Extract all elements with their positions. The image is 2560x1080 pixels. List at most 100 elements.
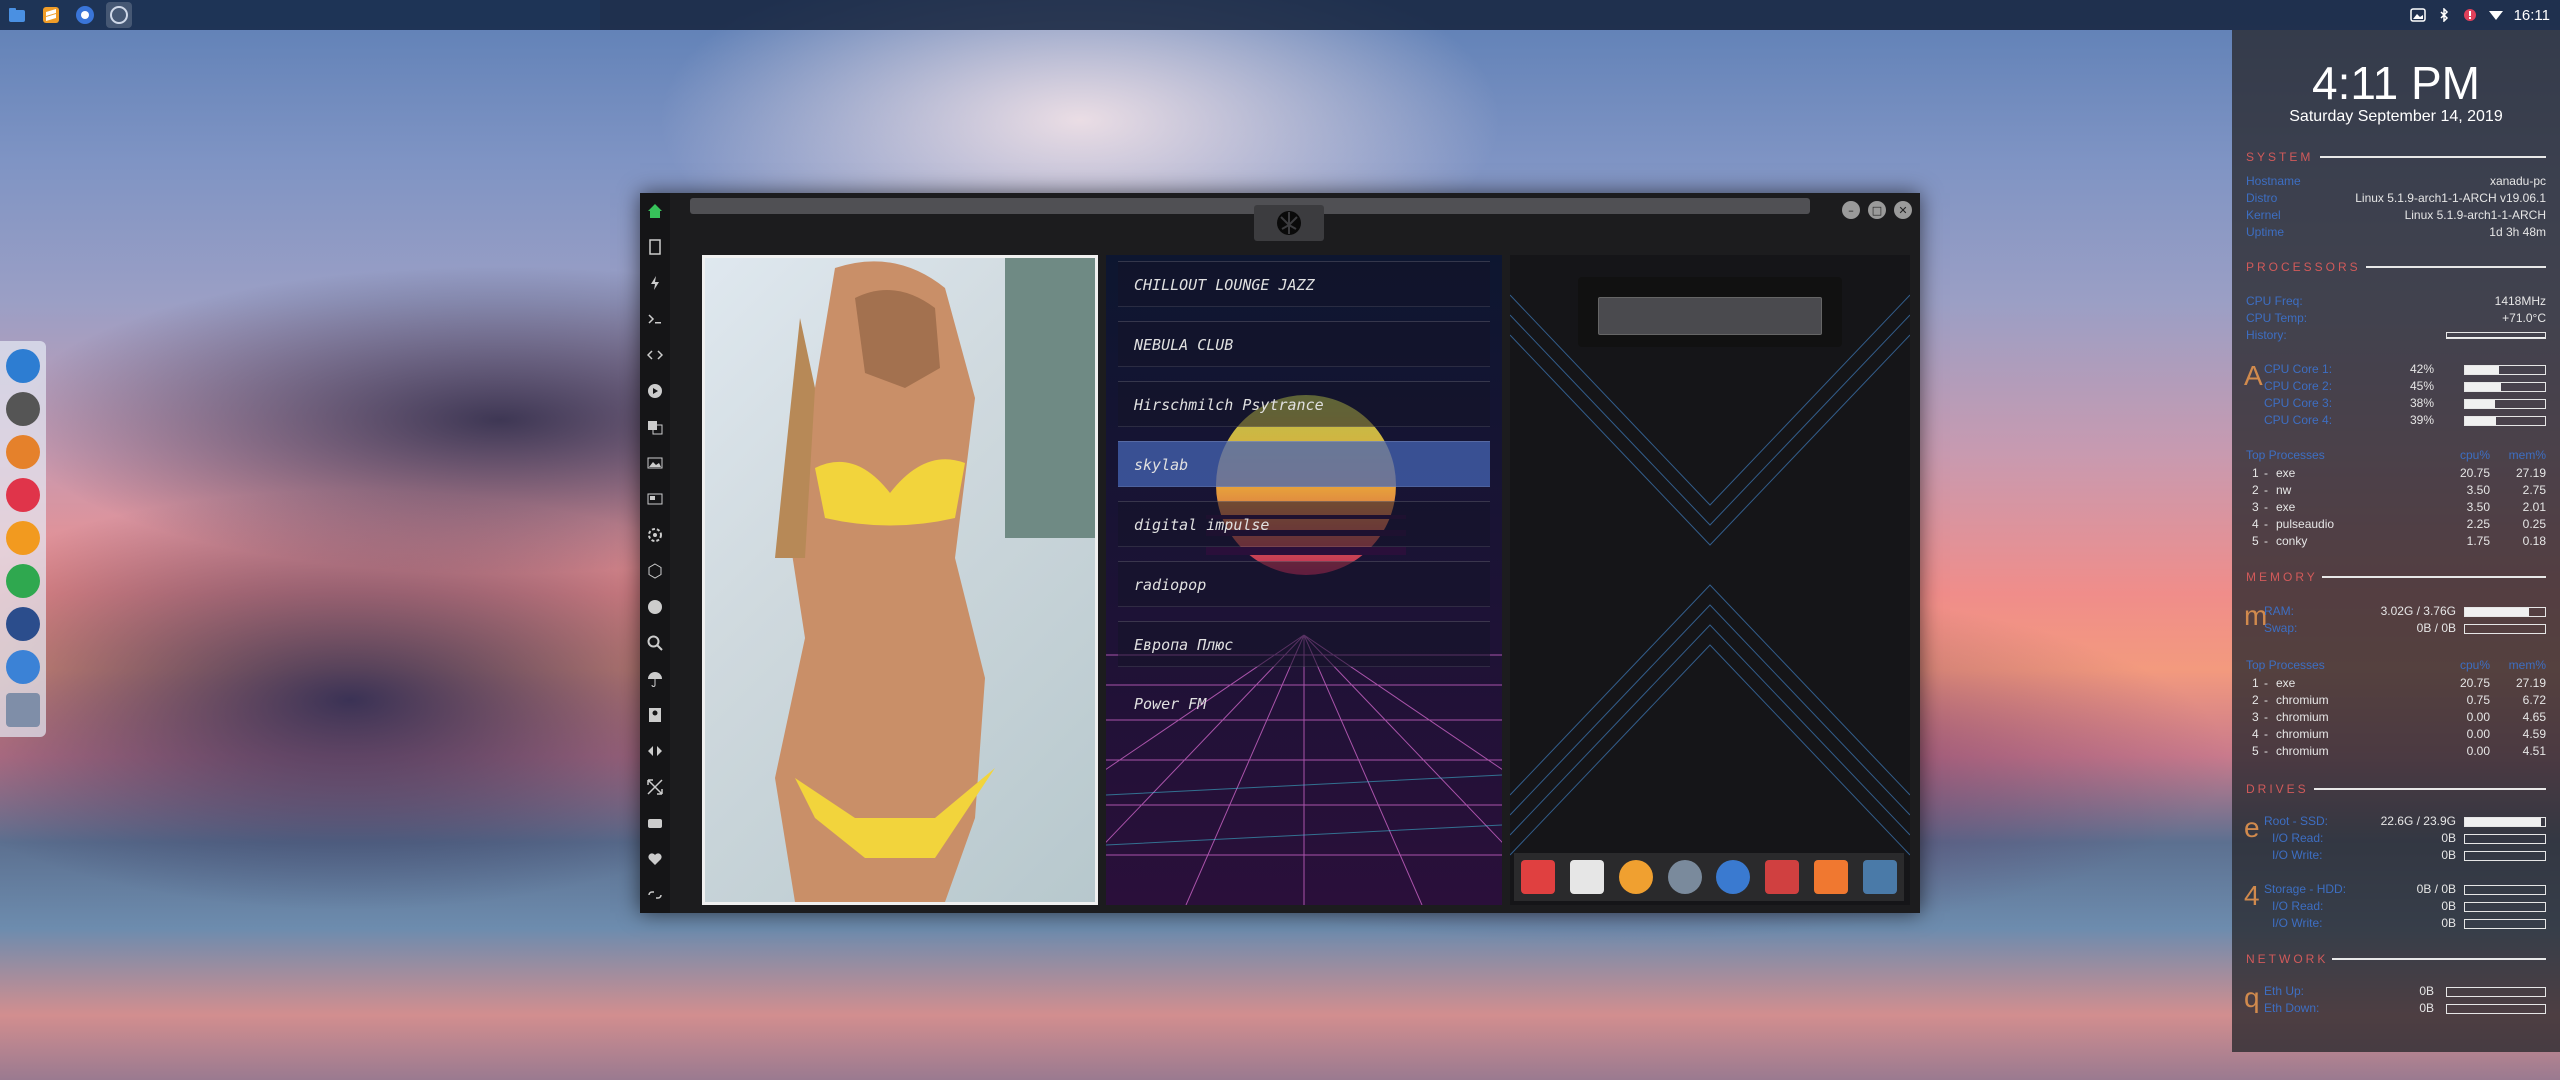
station-item[interactable]: NEBULA CLUB — [1118, 321, 1490, 367]
globe-icon[interactable] — [647, 599, 663, 615]
station-item[interactable]: digital impulse — [1118, 501, 1490, 547]
root-drive-bar — [2464, 817, 2546, 827]
bolt-icon[interactable] — [647, 275, 663, 291]
sublime-icon[interactable] — [38, 2, 64, 28]
link-icon[interactable] — [647, 887, 663, 903]
youtube-icon[interactable] — [647, 815, 663, 831]
left-dock — [0, 341, 46, 737]
vivaldi-icon[interactable] — [6, 478, 40, 512]
app-grid-icon[interactable] — [6, 693, 40, 727]
io-write-row: I/O Write: 0B — [2272, 848, 2546, 864]
forward-app-icon[interactable] — [1813, 860, 1848, 894]
window-titlebar[interactable] — [690, 198, 1810, 214]
process-row: 2- nw 3.50 2.75 — [2252, 483, 2546, 497]
maximize-button[interactable]: □ — [1868, 201, 1886, 219]
chrome-icon[interactable] — [72, 2, 98, 28]
geometric-background — [1510, 294, 1910, 856]
document-icon[interactable] — [647, 239, 663, 255]
system-row: Hostname xanadu-pc — [2246, 174, 2546, 188]
section-title-memory: MEMORY — [2246, 570, 2318, 584]
home-icon[interactable] — [647, 203, 663, 219]
umbrella-icon[interactable] — [647, 671, 663, 687]
storage-read-bar — [2464, 902, 2546, 912]
ubuntu-icon[interactable] — [6, 435, 40, 469]
station-item[interactable]: CHILLOUT LOUNGE JAZZ — [1118, 261, 1490, 307]
memory-process-row: 1- exe 20.75 27.19 — [2252, 676, 2546, 690]
system-row: Kernel Linux 5.1.9-arch1-1-ARCH — [2246, 208, 2546, 222]
swap-row: Swap: 0B / 0B — [2264, 621, 2546, 637]
file-manager-icon[interactable] — [4, 2, 30, 28]
eth-down-row: Eth Down: 0B — [2264, 1001, 2546, 1017]
cpu-core-bar — [2464, 416, 2546, 426]
image-icon[interactable] — [2409, 8, 2426, 22]
app-grid-icon[interactable] — [106, 2, 132, 28]
process-row: 5- conky 1.75 0.18 — [2252, 534, 2546, 548]
hexagon-icon[interactable] — [647, 563, 663, 579]
activity-icon[interactable] — [6, 564, 40, 598]
heart-icon[interactable] — [647, 851, 663, 867]
wifi-icon[interactable] — [2488, 8, 2504, 22]
station-item[interactable]: Hirschmilch Psytrance — [1118, 381, 1490, 427]
rebel-logo-icon — [1254, 205, 1324, 241]
storage-write-bar — [2464, 919, 2546, 929]
station-item[interactable]: Power FM — [1118, 681, 1490, 727]
search-app-icon[interactable] — [1618, 860, 1653, 894]
search-icon[interactable] — [647, 635, 663, 651]
ram-row: RAM: 3.02G / 3.76G — [2264, 604, 2546, 620]
taskbar — [4, 2, 132, 28]
news-app-icon[interactable] — [1570, 860, 1605, 894]
cpu-freq-row: CPU Freq: 1418MHz — [2246, 294, 2546, 308]
image-icon[interactable] — [647, 455, 663, 471]
terminal-icon[interactable] — [647, 311, 663, 327]
station-item[interactable]: Европа Плюс — [1118, 621, 1490, 667]
eth-down-bar — [2446, 1004, 2546, 1014]
arrow-app-icon[interactable] — [1521, 860, 1556, 894]
top-memory-header: Top Processes cpu% mem% — [2246, 658, 2546, 672]
chrome-icon[interactable] — [6, 650, 40, 684]
terminal-icon[interactable] — [6, 392, 40, 426]
clock[interactable]: 16:11 — [2514, 7, 2550, 24]
system-row: Distro Linux 5.1.9-arch1-1-ARCH v19.06.1 — [2246, 191, 2546, 205]
app-launcher — [1514, 853, 1904, 901]
cpu-history-graph — [2446, 332, 2546, 339]
process-row: 3- exe 3.50 2.01 — [2252, 500, 2546, 514]
window-sidebar — [640, 193, 670, 913]
minimize-button[interactable]: – — [1842, 201, 1860, 219]
ram-bar — [2464, 607, 2546, 617]
system-row: Uptime 1d 3h 48m — [2246, 225, 2546, 239]
calendar-app-icon[interactable] — [1765, 860, 1800, 894]
memory-process-row: 5- chromium 0.00 4.51 — [2252, 744, 2546, 758]
section-title-drives: DRIVES — [2246, 782, 2309, 796]
bluetooth-icon[interactable] — [2436, 8, 2452, 22]
files-icon[interactable] — [6, 349, 40, 383]
clock-app-icon[interactable] — [1667, 860, 1702, 894]
cpu-core-bar — [2464, 399, 2546, 409]
share-icon[interactable] — [647, 743, 663, 759]
swap-bar — [2464, 624, 2546, 634]
visualizer-panel — [1510, 255, 1910, 905]
conky-date: Saturday September 14, 2019 — [2289, 108, 2503, 125]
search-input[interactable] — [1598, 297, 1822, 335]
calculator-app-icon[interactable] — [1862, 860, 1897, 894]
settings-icon[interactable] — [647, 527, 663, 543]
divider — [2366, 266, 2546, 268]
contact-icon[interactable] — [647, 707, 663, 723]
cpu-core-row: CPU Core 1: 42% — [2264, 362, 2546, 378]
station-item[interactable]: radiopop — [1118, 561, 1490, 607]
alert-icon[interactable] — [2462, 8, 2478, 22]
play-icon[interactable] — [647, 383, 663, 399]
section-title-processors: PROCESSORS — [2246, 260, 2361, 274]
cpu-core-bar — [2464, 365, 2546, 375]
sublime-icon[interactable] — [6, 521, 40, 555]
close-button[interactable]: ✕ — [1894, 201, 1912, 219]
radio-app-window: – □ ✕ CHILLOUT LOUNGE JAZZ NEBULA CLUB H… — [640, 193, 1920, 913]
memory-process-row: 4- chromium 0.00 4.59 — [2252, 727, 2546, 741]
news-icon[interactable] — [647, 491, 663, 507]
expand-icon[interactable] — [647, 779, 663, 795]
station-item-active[interactable]: skylab — [1118, 441, 1490, 487]
translate-icon[interactable] — [647, 419, 663, 435]
code-icon[interactable] — [647, 347, 663, 363]
globe-app-icon[interactable] — [1716, 860, 1751, 894]
cpu-history-row: History: — [2246, 328, 2546, 344]
screenshot-icon[interactable] — [6, 607, 40, 641]
